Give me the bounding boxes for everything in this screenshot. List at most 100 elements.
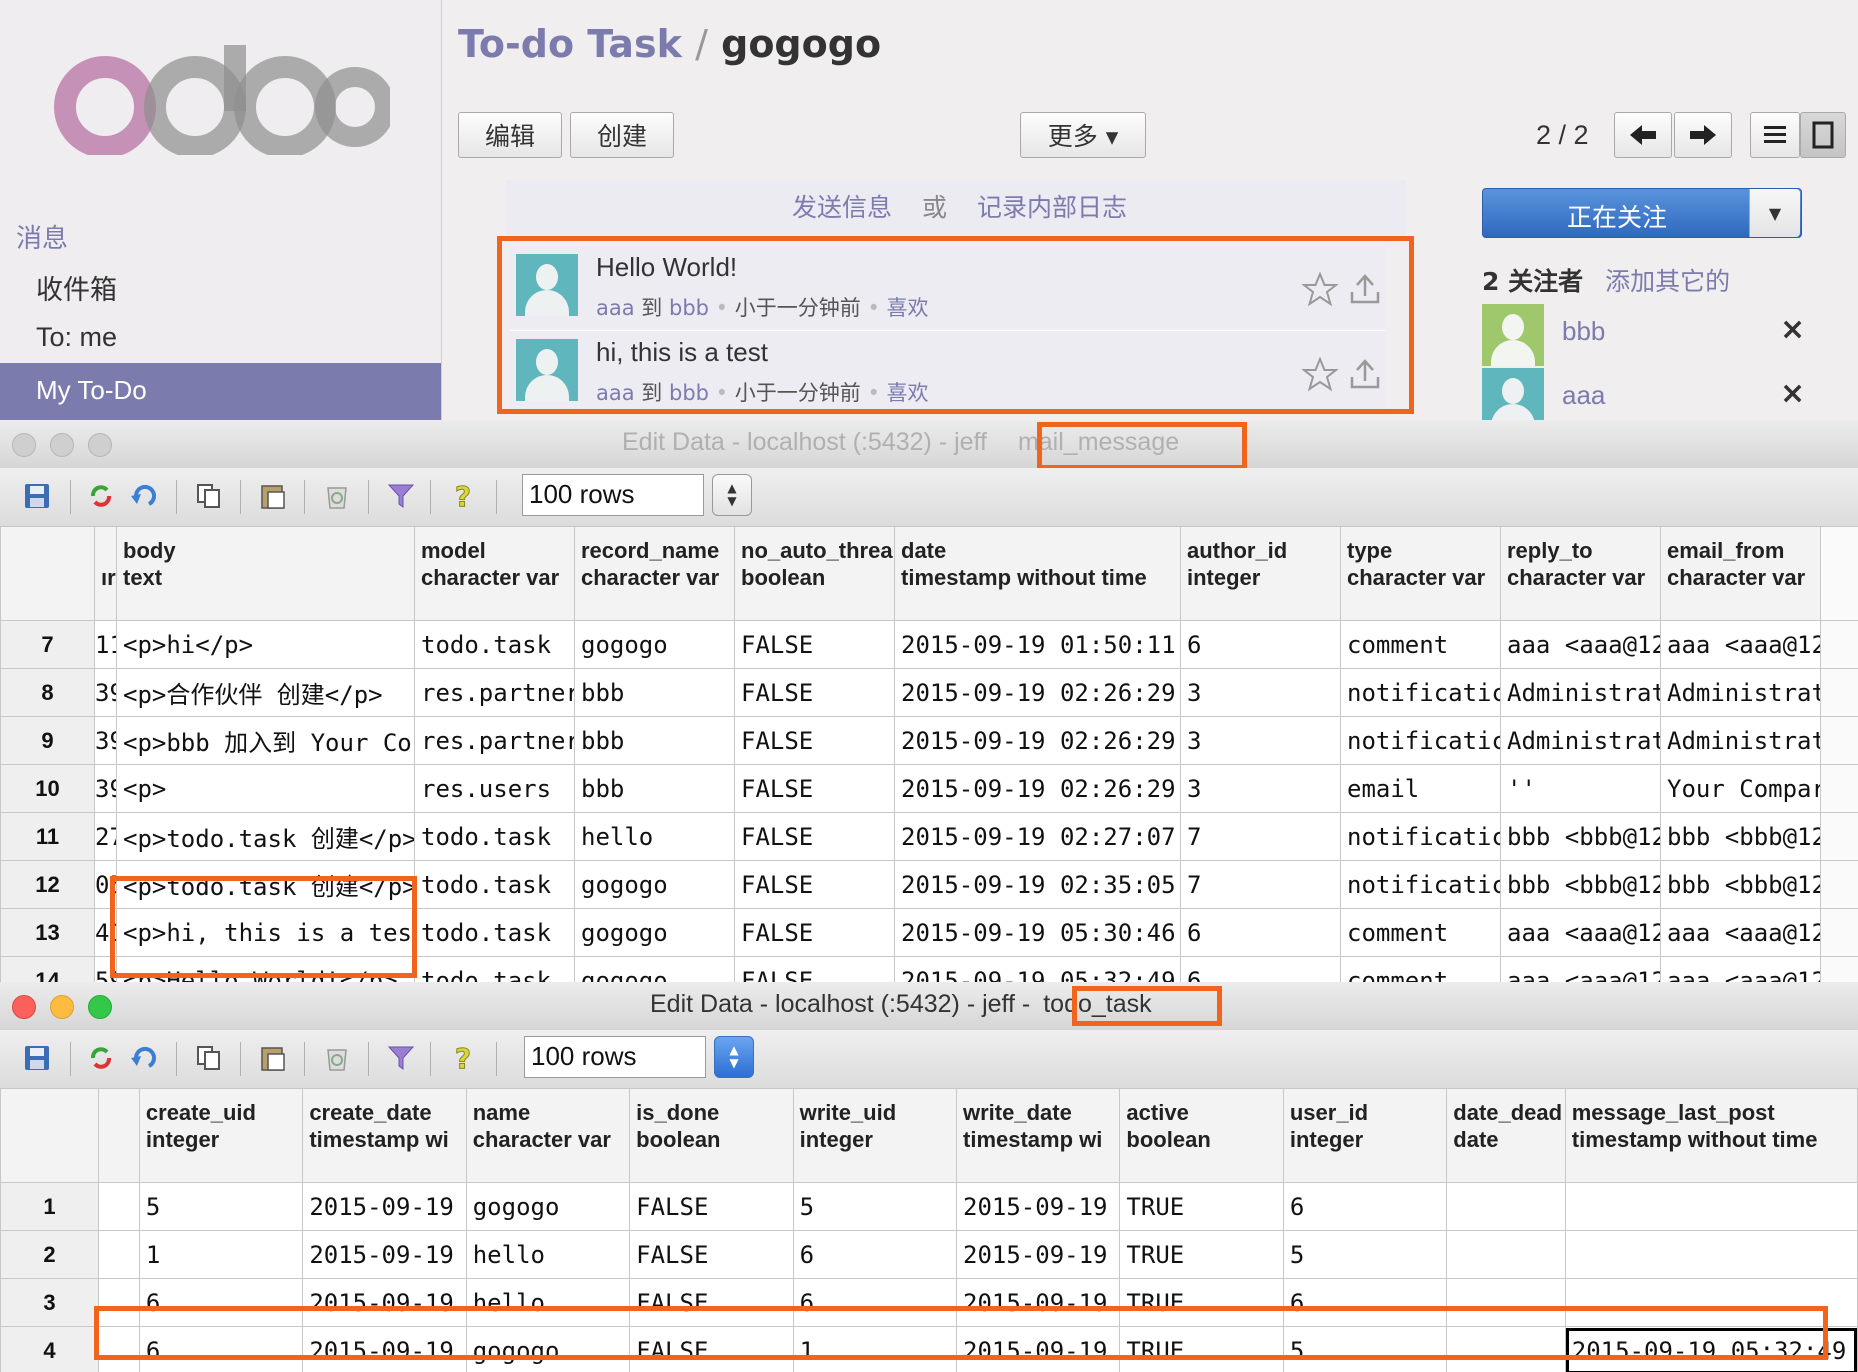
following-button[interactable]: 正在关注 ▼ bbox=[1482, 188, 1802, 238]
column-header[interactable]: write_uid integer bbox=[792, 1088, 958, 1183]
send-message-link[interactable]: 发送信息 bbox=[792, 193, 892, 222]
table-cell[interactable]: FALSE bbox=[734, 956, 895, 982]
table-cell[interactable]: 2015-09-19 01:50:11 bbox=[894, 620, 1181, 669]
table-cell[interactable]: 5 bbox=[792, 1182, 958, 1231]
table-cell[interactable]: 3 bbox=[1180, 668, 1341, 717]
table-cell[interactable]: res.users bbox=[414, 764, 575, 813]
odoo-logo[interactable] bbox=[50, 45, 390, 155]
column-header[interactable]: no_auto_threa boolean bbox=[734, 526, 895, 621]
column-header[interactable]: record_name character var bbox=[574, 526, 735, 621]
table-cell-clipped[interactable]: 27 bbox=[94, 812, 117, 861]
table-cell[interactable]: aaa <aaa@12 bbox=[1660, 908, 1821, 957]
table-cell[interactable] bbox=[1564, 1182, 1858, 1231]
table-cell[interactable] bbox=[1564, 1230, 1858, 1279]
table-cell[interactable]: FALSE bbox=[734, 860, 895, 909]
table-cell[interactable]: Administrat bbox=[1500, 716, 1661, 765]
form-view-button[interactable] bbox=[1800, 112, 1846, 158]
scrollbar-track[interactable] bbox=[1820, 526, 1858, 621]
column-header[interactable]: name character var bbox=[465, 1088, 631, 1183]
table-cell[interactable]: todo.task bbox=[414, 956, 575, 982]
table-cell[interactable]: Administrat bbox=[1660, 668, 1821, 717]
table-cell[interactable]: 2015-09-19 bbox=[955, 1230, 1121, 1279]
table-cell[interactable]: 2015-09-19 02:26:29 bbox=[894, 764, 1181, 813]
row-number[interactable]: 3 bbox=[0, 1278, 100, 1327]
table-cell[interactable]: <p>bbb 加入到 Your Co bbox=[116, 716, 415, 765]
table-cell[interactable] bbox=[1446, 1182, 1566, 1231]
table-cell[interactable]: bbb <bbb@12 bbox=[1500, 812, 1661, 861]
table-cell[interactable]: TRUE bbox=[1119, 1182, 1284, 1231]
table-cell[interactable]: 2015-09-19 02:27:07 bbox=[894, 812, 1181, 861]
table-row[interactable]: 939<p>bbb 加入到 Your Cores.partnerbbbFALSE… bbox=[0, 716, 1858, 765]
table-cell[interactable]: 2015-09-19 05:32:49 bbox=[894, 956, 1181, 982]
table-cell[interactable]: aaa <aaa@12 bbox=[1660, 956, 1821, 982]
column-header[interactable]: create_uid integer bbox=[138, 1088, 304, 1183]
sidebar-item-my-todo[interactable]: My To-Do bbox=[0, 363, 441, 420]
table-cell[interactable]: hello bbox=[574, 812, 735, 861]
sidebar-item-to-me[interactable]: To: me bbox=[36, 322, 117, 353]
rows-limit-stepper[interactable]: ▲ ▼ bbox=[712, 474, 752, 516]
row-number[interactable]: 14 bbox=[0, 956, 95, 982]
table-cell[interactable]: FALSE bbox=[734, 620, 895, 669]
table-cell[interactable]: 3 bbox=[1180, 716, 1341, 765]
rows-limit-input[interactable]: 100 rows bbox=[522, 474, 704, 516]
table-cell[interactable]: Your Compar bbox=[1660, 764, 1821, 813]
table-cell[interactable]: <p>hi</p> bbox=[116, 620, 415, 669]
table-cell[interactable]: TRUE bbox=[1119, 1230, 1284, 1279]
close-window-button[interactable] bbox=[12, 995, 36, 1019]
row-number[interactable]: 13 bbox=[0, 908, 95, 957]
table-cell[interactable]: 6 bbox=[1180, 956, 1341, 982]
column-header[interactable]: user_id integer bbox=[1282, 1088, 1448, 1183]
table-cell[interactable]: 2015-09-19 bbox=[955, 1182, 1121, 1231]
scrollbar-track[interactable] bbox=[1820, 764, 1858, 813]
table-cell[interactable]: todo.task bbox=[414, 620, 575, 669]
copy-icon[interactable] bbox=[194, 481, 224, 511]
column-header[interactable]: model character var bbox=[414, 526, 575, 621]
remove-follower-icon[interactable]: × bbox=[1780, 312, 1805, 347]
table-cell[interactable]: 2015-09-19 05:30:46 bbox=[894, 908, 1181, 957]
table-cell-clipped[interactable]: 39 bbox=[94, 716, 117, 765]
table-cell[interactable]: bbb <bbb@12 bbox=[1660, 860, 1821, 909]
table-cell[interactable]: gogogo bbox=[574, 860, 735, 909]
column-header[interactable]: is_done boolean bbox=[629, 1088, 794, 1183]
table-cell[interactable]: res.partner bbox=[414, 716, 575, 765]
row-number[interactable]: 7 bbox=[0, 620, 95, 669]
table-cell[interactable]: 2015-09-19 02:26:29 bbox=[894, 716, 1181, 765]
table-cell[interactable]: Administrat bbox=[1500, 668, 1661, 717]
caret-down-icon[interactable]: ▼ bbox=[1749, 189, 1800, 237]
scrollbar-track[interactable] bbox=[1820, 668, 1858, 717]
table-cell[interactable]: Administrat bbox=[1660, 716, 1821, 765]
table-cell[interactable]: res.partner bbox=[414, 668, 575, 717]
undo-icon[interactable] bbox=[128, 1043, 158, 1073]
remove-follower-icon[interactable]: × bbox=[1780, 376, 1805, 411]
table-cell[interactable]: 6 bbox=[1180, 908, 1341, 957]
table-row[interactable]: 1 5 2015-09-19 gogogo FALSE 5 2015-09-19 TRUE 6 bbox=[0, 1182, 1858, 1231]
table-cell[interactable]: todo.task bbox=[414, 812, 575, 861]
table-cell[interactable]: <p>合作伙伴 创建</p> bbox=[116, 668, 415, 717]
table-cell[interactable]: 7 bbox=[1180, 860, 1341, 909]
help-icon[interactable]: ? bbox=[448, 1041, 478, 1075]
row-number[interactable]: 9 bbox=[0, 716, 95, 765]
table-cell[interactable]: 6 bbox=[1180, 620, 1341, 669]
column-header[interactable]: message_last_post timestamp without time bbox=[1564, 1088, 1858, 1183]
table-cell[interactable]: notificatic bbox=[1340, 812, 1501, 861]
next-record-button[interactable] bbox=[1674, 112, 1732, 158]
column-header[interactable]: date timestamp without time bbox=[894, 526, 1181, 621]
table-cell[interactable]: 6 bbox=[792, 1230, 958, 1279]
table-cell[interactable]: 2015-09-19 bbox=[302, 1182, 467, 1231]
table-cell[interactable]: '' bbox=[1500, 764, 1661, 813]
table-cell[interactable]: <p> bbox=[116, 764, 415, 813]
table-cell[interactable]: FALSE bbox=[629, 1182, 794, 1231]
save-icon[interactable] bbox=[22, 1043, 52, 1073]
follower-name[interactable]: aaa bbox=[1562, 380, 1605, 411]
rows-limit-stepper[interactable]: ▲ ▼ bbox=[714, 1036, 754, 1078]
table-cell-clipped[interactable]: 39 bbox=[94, 668, 117, 717]
add-followers-link[interactable]: 添加其它的 bbox=[1605, 267, 1730, 296]
row-number[interactable]: 10 bbox=[0, 764, 95, 813]
table-cell-clipped[interactable]: 39 bbox=[94, 764, 117, 813]
sidebar-item-inbox[interactable]: 收件箱 bbox=[36, 268, 117, 307]
table-cell[interactable]: comment bbox=[1340, 620, 1501, 669]
table-row[interactable]: 839<p>合作伙伴 创建</p>res.partnerbbbFALSE2015… bbox=[0, 668, 1858, 717]
help-icon[interactable]: ? bbox=[448, 479, 478, 513]
table-row[interactable]: 711<p>hi</p>todo.taskgogogoFALSE2015-09-… bbox=[0, 620, 1858, 669]
column-header[interactable]: reply_to character var bbox=[1500, 526, 1661, 621]
